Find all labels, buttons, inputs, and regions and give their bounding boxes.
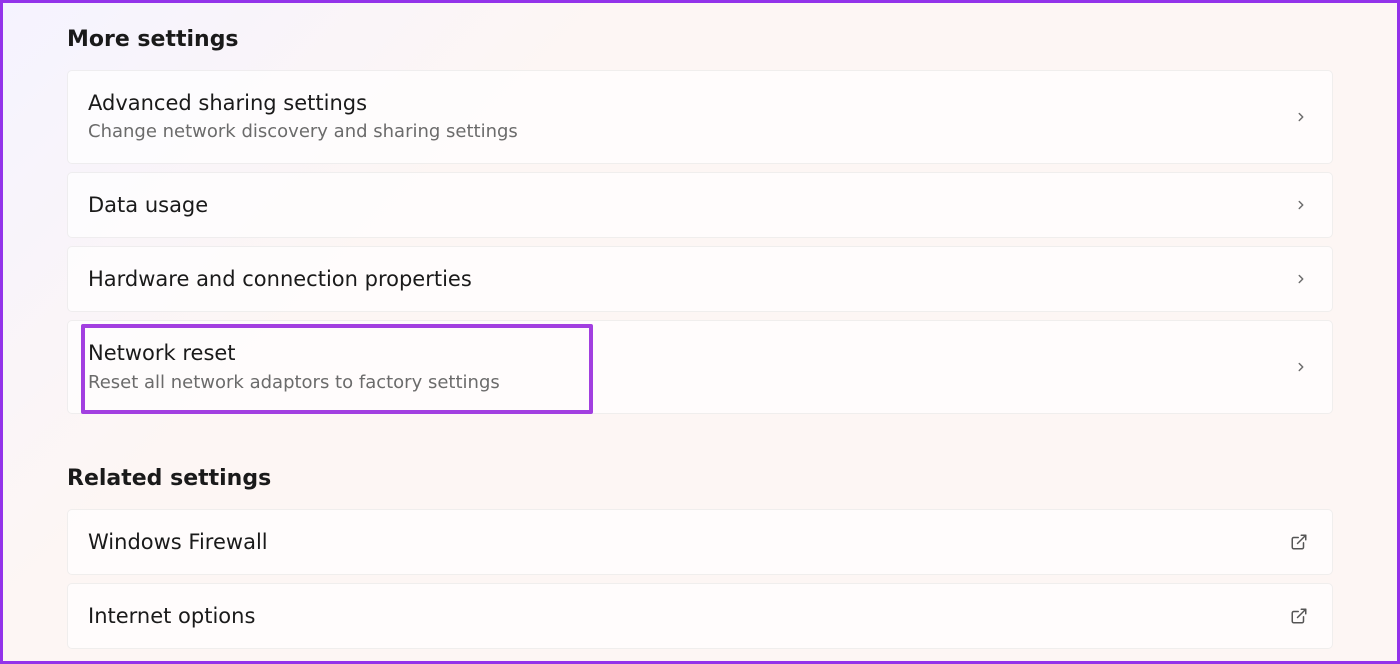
setting-network-reset[interactable]: Network reset Reset all network adaptors… xyxy=(67,320,1333,414)
setting-subtitle: Change network discovery and sharing set… xyxy=(88,119,518,144)
setting-title: Network reset xyxy=(88,339,500,367)
section-heading-related-settings: Related settings xyxy=(67,466,1333,491)
section-heading-more-settings: More settings xyxy=(67,27,1333,52)
setting-title: Hardware and connection properties xyxy=(88,265,472,293)
related-settings-list: Windows Firewall Internet options xyxy=(67,509,1333,650)
setting-advanced-sharing[interactable]: Advanced sharing settings Change network… xyxy=(67,70,1333,164)
setting-data-usage[interactable]: Data usage xyxy=(67,172,1333,238)
setting-title: Data usage xyxy=(88,191,208,219)
setting-subtitle: Reset all network adaptors to factory se… xyxy=(88,370,500,395)
chevron-right-icon xyxy=(1294,110,1308,124)
chevron-right-icon xyxy=(1294,198,1308,212)
more-settings-list: Advanced sharing settings Change network… xyxy=(67,70,1333,414)
external-link-icon xyxy=(1290,533,1308,551)
setting-title: Advanced sharing settings xyxy=(88,89,518,117)
chevron-right-icon xyxy=(1294,360,1308,374)
external-link-icon xyxy=(1290,607,1308,625)
setting-windows-firewall[interactable]: Windows Firewall xyxy=(67,509,1333,575)
setting-title: Internet options xyxy=(88,602,255,630)
setting-internet-options[interactable]: Internet options xyxy=(67,583,1333,649)
setting-hardware-connection[interactable]: Hardware and connection properties xyxy=(67,246,1333,312)
chevron-right-icon xyxy=(1294,272,1308,286)
setting-title: Windows Firewall xyxy=(88,528,268,556)
